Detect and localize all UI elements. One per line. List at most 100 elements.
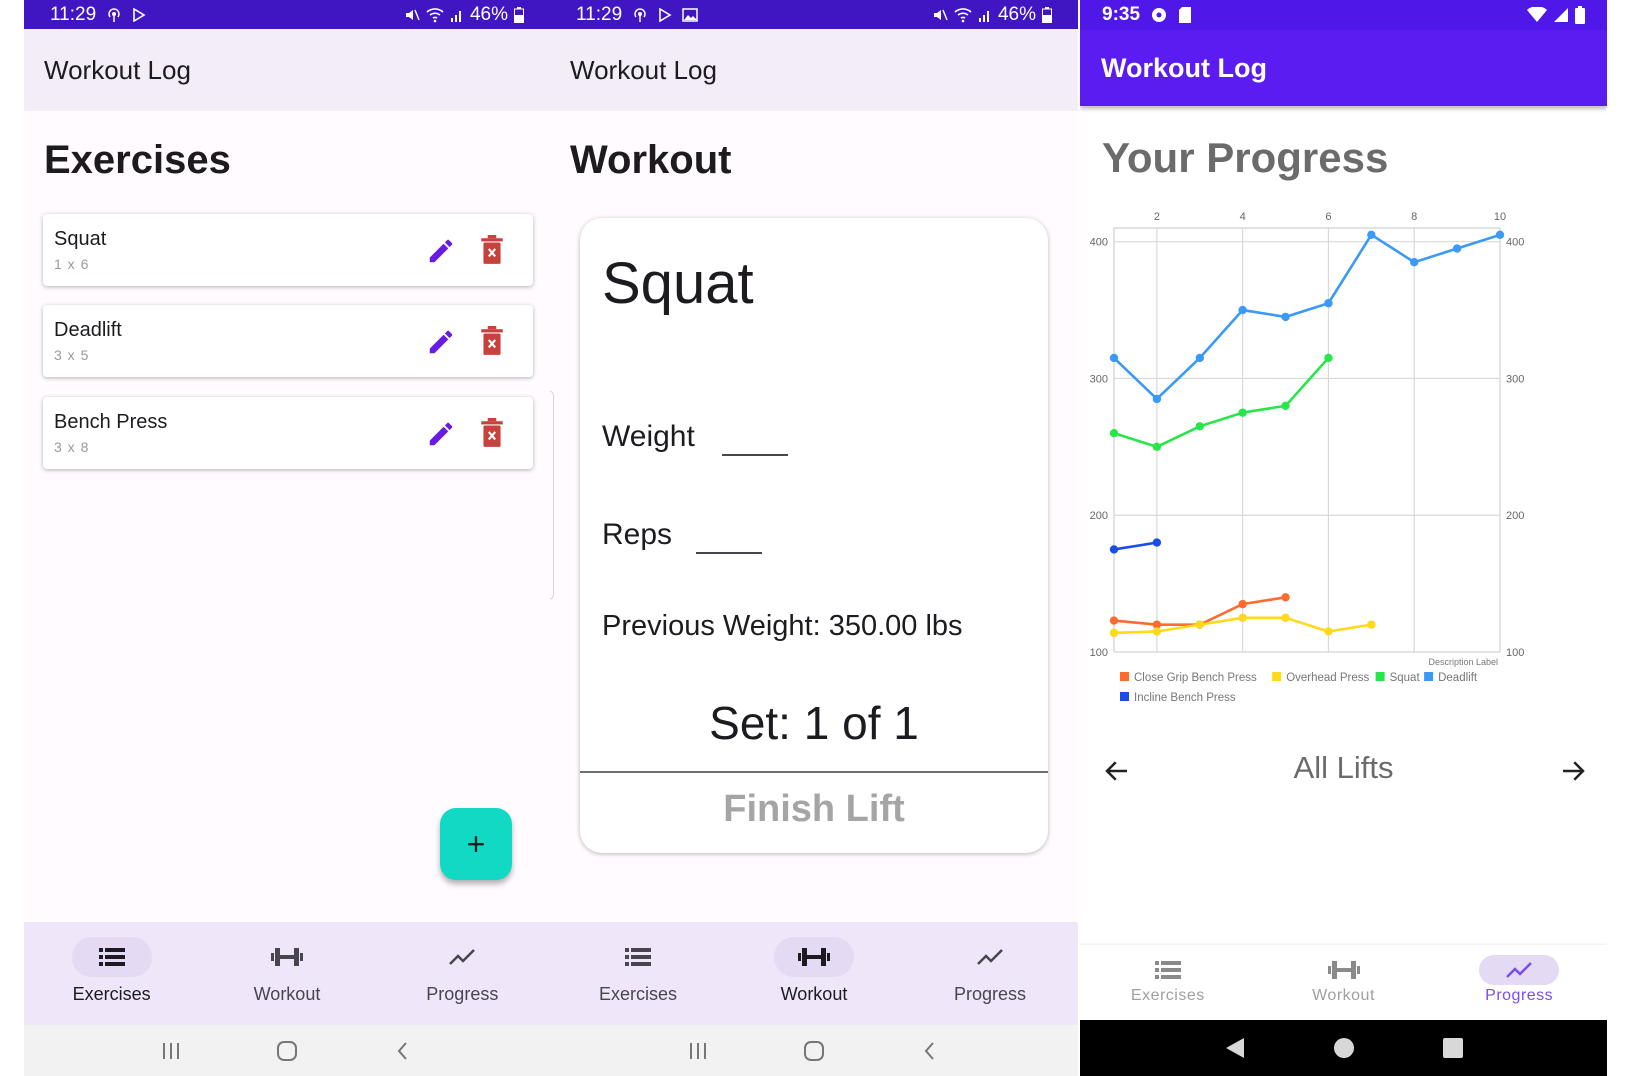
exercise-card[interactable]: Squat 1 x 6 — [43, 214, 533, 286]
nav-label-progress: Progress — [953, 984, 1027, 1004]
recent-apps-icon[interactable] — [161, 1041, 181, 1061]
status-bar: 11:29 46% — [550, 0, 1078, 29]
data-point — [1195, 620, 1204, 629]
trending-line-icon — [1506, 962, 1533, 978]
back-icon[interactable] — [1224, 1036, 1246, 1060]
legend-entry: Overhead Press — [1286, 672, 1369, 684]
y-tick-label-left: 300 — [1090, 373, 1108, 385]
trash-icon[interactable] — [479, 418, 505, 448]
trending-line-icon — [977, 949, 1003, 965]
pencil-icon[interactable] — [426, 419, 456, 449]
nav-label-progress: Progress — [426, 984, 499, 1004]
exercise-card[interactable]: Deadlift 3 x 5 — [43, 305, 533, 377]
data-point — [1238, 408, 1247, 417]
play-store-icon — [133, 7, 146, 22]
battery-icon — [1042, 6, 1052, 23]
data-point — [1195, 353, 1204, 363]
back-icon[interactable] — [393, 1041, 413, 1061]
nav-item-exercises[interactable]: Exercises — [1080, 945, 1256, 1020]
signal-icon — [978, 10, 989, 22]
data-point — [1281, 401, 1290, 411]
nav-indicator — [1304, 955, 1384, 985]
nav-indicator — [247, 937, 327, 977]
data-point — [1152, 442, 1162, 452]
trash-icon[interactable] — [479, 235, 505, 265]
home-icon[interactable] — [1333, 1037, 1355, 1059]
data-point — [1324, 353, 1333, 363]
list-icon — [98, 948, 125, 966]
data-point — [1109, 616, 1119, 625]
sd-card-icon — [1179, 7, 1192, 23]
system-navigation-bar — [1080, 1020, 1607, 1076]
status-time: 9:35 — [1102, 4, 1141, 25]
x-tick-label: 6 — [1325, 211, 1331, 223]
x-tick-label: 2 — [1154, 211, 1160, 223]
reps-input[interactable] — [696, 552, 762, 554]
recent-apps-icon[interactable] — [688, 1041, 708, 1061]
nav-indicator — [1128, 955, 1208, 985]
arrow-right-icon[interactable] — [1558, 756, 1588, 786]
top-app-bar: Workout Log — [24, 29, 550, 111]
finish-lift-button[interactable]: Finish Lift — [580, 788, 1048, 831]
exercises-screen: 11:29 46% Workout Log Exercises Squat 1 … — [24, 0, 550, 1076]
data-point — [1281, 593, 1290, 602]
data-point — [1495, 230, 1505, 240]
pencil-icon[interactable] — [426, 327, 456, 357]
nav-label-workout: Workout — [253, 984, 321, 1004]
legend-entry: Squat — [1390, 672, 1421, 684]
legend-entry: Incline Bench Press — [1134, 692, 1236, 704]
chart-filter-label: All Lifts — [1293, 750, 1394, 785]
pager-handle-left[interactable] — [550, 390, 554, 600]
nav-indicator — [774, 937, 854, 977]
home-icon[interactable] — [276, 1040, 298, 1062]
exercise-sets: 1 x 6 — [54, 256, 90, 272]
nav-item-workout[interactable]: Workout — [199, 922, 374, 1025]
exercise-name: Deadlift — [54, 319, 122, 341]
wifi-icon — [1527, 7, 1547, 22]
data-point — [1324, 627, 1333, 636]
legend-entry: Deadlift — [1438, 672, 1478, 684]
weight-label: Weight — [602, 420, 695, 453]
dumbbell-icon — [1327, 961, 1360, 979]
data-point — [1109, 545, 1119, 554]
nav-label-workout: Workout — [1312, 987, 1375, 1004]
data-point — [1238, 305, 1247, 315]
nav-item-progress[interactable]: Progress — [375, 922, 550, 1025]
add-exercise-button[interactable]: + — [440, 808, 512, 880]
data-point — [1195, 422, 1204, 431]
status-time: 11:29 — [50, 3, 97, 25]
app-title: Workout Log — [570, 54, 717, 85]
exercise-sets: 3 x 8 — [54, 439, 90, 455]
nav-label-progress: Progress — [1485, 987, 1554, 1004]
pencil-icon[interactable] — [426, 236, 456, 266]
recent-apps-icon[interactable] — [1442, 1037, 1464, 1059]
legend-swatch — [1120, 692, 1129, 701]
data-point — [1281, 312, 1290, 322]
nav-item-progress[interactable]: Progress — [902, 922, 1078, 1025]
home-icon[interactable] — [803, 1040, 825, 1062]
previous-weight: Previous Weight: 350.00 lbs — [602, 610, 963, 642]
legend-entry: Close Grip Bench Press — [1134, 672, 1257, 684]
trash-icon[interactable] — [479, 326, 505, 356]
back-icon[interactable] — [920, 1041, 940, 1061]
nav-label-workout: Workout — [780, 984, 848, 1004]
nav-item-exercises[interactable]: Exercises — [550, 922, 726, 1025]
nav-indicator — [422, 937, 502, 977]
nav-item-exercises[interactable]: Exercises — [24, 922, 199, 1025]
series-line — [1113, 357, 1330, 449]
series-line — [1113, 233, 1501, 401]
exercise-card[interactable]: Bench Press 3 x 8 — [43, 397, 533, 469]
y-tick-label-left: 400 — [1090, 237, 1108, 249]
workout-screen: 11:29 46% Workout Log Workout Squat Weig… — [550, 0, 1078, 1076]
legend-swatch — [1120, 672, 1129, 681]
nav-item-workout[interactable]: Workout — [1256, 945, 1432, 1020]
nav-item-workout[interactable]: Workout — [726, 922, 902, 1025]
battery-icon — [514, 6, 524, 23]
status-bar: 9:35 — [1080, 0, 1607, 30]
play-store-icon — [659, 7, 672, 22]
nav-item-progress[interactable]: Progress — [1431, 945, 1607, 1020]
description-label: Description Label — [1428, 657, 1498, 667]
system-navigation-bar — [550, 1025, 1078, 1076]
weight-input[interactable] — [722, 454, 788, 456]
data-point — [1367, 230, 1376, 240]
